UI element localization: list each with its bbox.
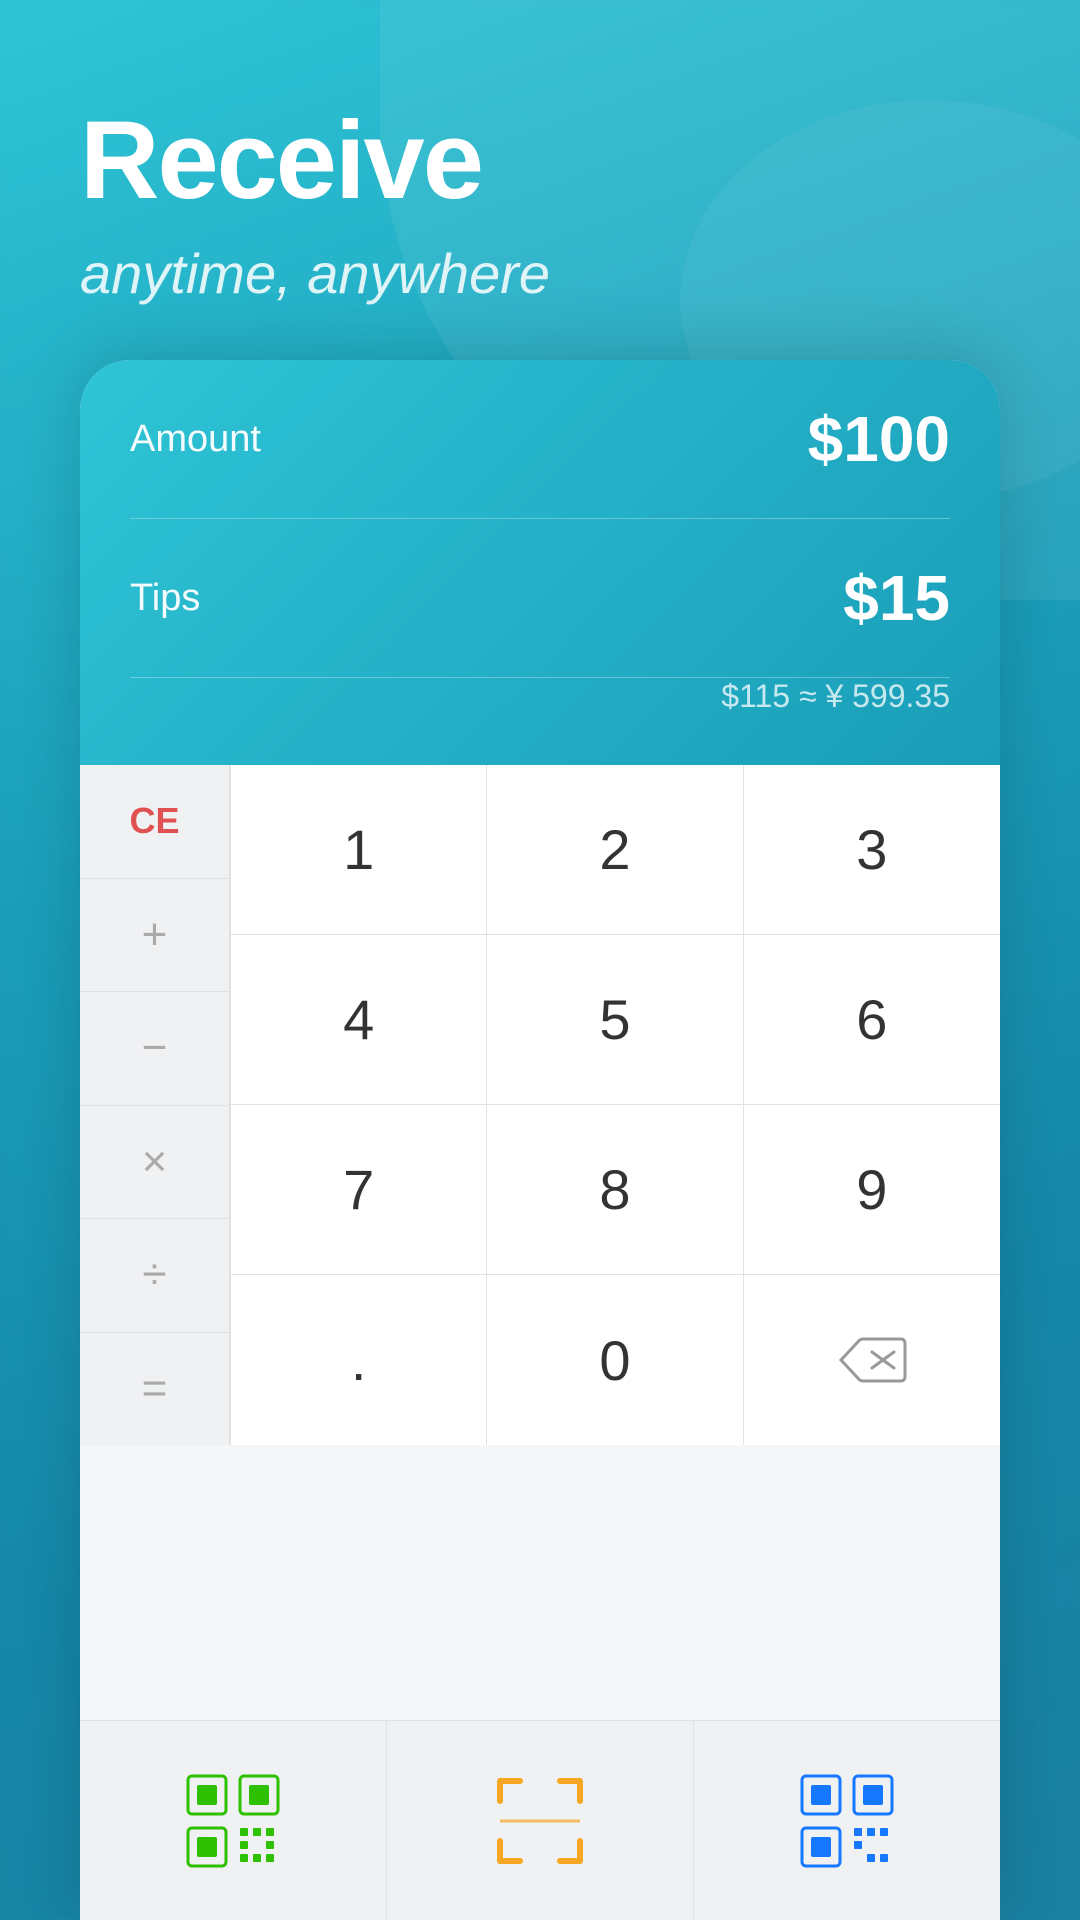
- multiply-button[interactable]: ×: [80, 1106, 229, 1220]
- numpad-area: CE + − × ÷ = 1 2 3 4 5 6 7 8 9 . 0: [80, 765, 1000, 1445]
- ce-button[interactable]: CE: [80, 765, 229, 879]
- plus-button[interactable]: +: [80, 879, 229, 993]
- operator-column: CE + − × ÷ =: [80, 765, 230, 1445]
- conversion-text: $115 ≈ ¥ 599.35: [721, 678, 950, 714]
- num-7-button[interactable]: 7: [231, 1105, 487, 1275]
- scan-button[interactable]: [387, 1721, 694, 1920]
- tips-value: $15: [843, 561, 950, 635]
- equals-button[interactable]: =: [80, 1333, 229, 1446]
- wechat-qr-icon: [183, 1771, 283, 1871]
- num-6-button[interactable]: 6: [744, 935, 1000, 1105]
- page-subtitle: anytime, anywhere: [80, 241, 1000, 306]
- num-1-button[interactable]: 1: [231, 765, 487, 935]
- backspace-icon: [837, 1335, 907, 1385]
- num-4-button[interactable]: 4: [231, 935, 487, 1105]
- alipay-qr-button[interactable]: [694, 1721, 1000, 1920]
- scan-icon: [490, 1771, 590, 1871]
- amount-label: Amount: [130, 418, 261, 461]
- alipay-qr-icon: [797, 1771, 897, 1871]
- main-card: Amount $100 Tips $15 $115 ≈ ¥ 599.35 CE …: [80, 360, 1000, 1920]
- tips-field: Tips $15: [130, 519, 950, 678]
- bottom-actions: [80, 1720, 1000, 1920]
- wechat-qr-button[interactable]: [80, 1721, 387, 1920]
- tips-label: Tips: [130, 577, 200, 620]
- card-header: Amount $100 Tips $15 $115 ≈ ¥ 599.35: [80, 360, 1000, 765]
- number-grid: 1 2 3 4 5 6 7 8 9 . 0: [230, 765, 1000, 1445]
- num-8-button[interactable]: 8: [487, 1105, 743, 1275]
- amount-value: $100: [808, 402, 950, 476]
- decimal-button[interactable]: .: [231, 1275, 487, 1445]
- header-section: Receive anytime, anywhere: [0, 0, 1080, 366]
- num-5-button[interactable]: 5: [487, 935, 743, 1105]
- backspace-button[interactable]: [744, 1275, 1000, 1445]
- amount-field: Amount $100: [130, 360, 950, 519]
- divide-button[interactable]: ÷: [80, 1219, 229, 1333]
- num-0-button[interactable]: 0: [487, 1275, 743, 1445]
- conversion-row: $115 ≈ ¥ 599.35: [130, 678, 950, 735]
- num-3-button[interactable]: 3: [744, 765, 1000, 935]
- minus-button[interactable]: −: [80, 992, 229, 1106]
- page-title: Receive: [80, 100, 1000, 221]
- num-9-button[interactable]: 9: [744, 1105, 1000, 1275]
- num-2-button[interactable]: 2: [487, 765, 743, 935]
